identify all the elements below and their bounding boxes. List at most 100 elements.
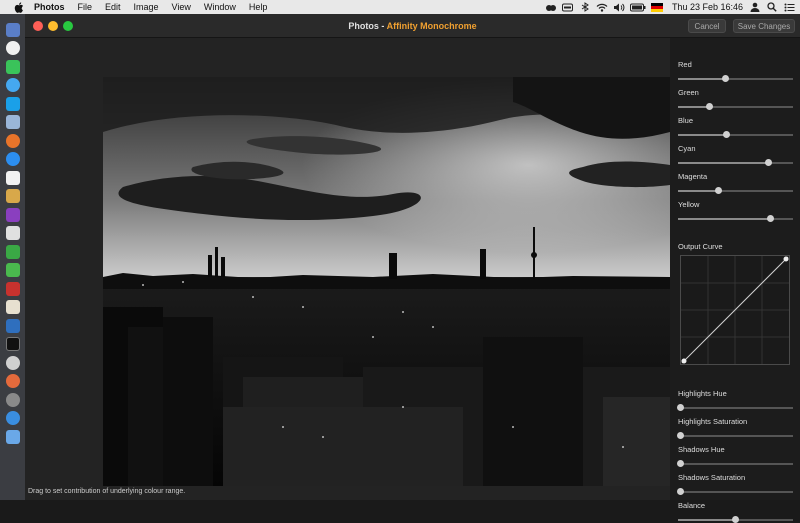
menu-window[interactable]: Window <box>204 0 236 14</box>
red-label: Red <box>678 60 692 69</box>
yellow-label: Yellow <box>678 200 700 209</box>
dock <box>0 14 25 500</box>
red-slider-knob[interactable] <box>721 75 729 82</box>
downloads-icon[interactable] <box>5 429 20 444</box>
onenote-icon[interactable] <box>5 207 20 222</box>
folder-icon[interactable] <box>5 411 20 425</box>
sonos-icon[interactable] <box>5 318 20 333</box>
volume-icon[interactable] <box>613 2 625 12</box>
green-label: Green <box>678 88 699 97</box>
monochrome-photo[interactable] <box>103 77 670 486</box>
app-window: Photos - Affinity Monochrome Cancel Save… <box>25 14 800 523</box>
menu-view[interactable]: View <box>172 0 191 14</box>
facetime-icon[interactable] <box>5 59 20 74</box>
shadows-hue-slider[interactable] <box>676 460 793 467</box>
magenta-slider[interactable] <box>678 187 793 194</box>
shadows-saturation-label: Shadows Saturation <box>678 473 746 482</box>
curve-end-handle[interactable] <box>783 256 789 262</box>
adjustment-panel: Red Green Blue Cyan Magenta Yellow Output Cur… <box>670 38 800 523</box>
red-slider[interactable] <box>678 75 793 82</box>
highlights-saturation-slider[interactable] <box>676 432 793 439</box>
highlights-saturation-slider-knob[interactable] <box>676 432 684 439</box>
shadows-saturation-slider[interactable] <box>676 488 793 495</box>
status-hint: Drag to set contribution of underlying c… <box>28 488 186 495</box>
window-title-separator: - <box>378 21 387 31</box>
slider-fill <box>678 162 769 164</box>
bluetooth-icon[interactable] <box>579 2 591 12</box>
highlights-saturation-label: Highlights Saturation <box>678 417 748 426</box>
slider-fill <box>678 218 770 220</box>
cyan-slider-knob[interactable] <box>765 159 773 166</box>
system-preferences-icon[interactable] <box>5 374 20 388</box>
blue-slider-knob[interactable] <box>722 131 730 138</box>
balance-slider[interactable] <box>678 516 793 523</box>
messages-icon[interactable] <box>5 78 20 92</box>
magenta-slider-knob[interactable] <box>714 187 722 194</box>
wifi-icon[interactable] <box>596 2 608 12</box>
slider-fill <box>678 78 726 80</box>
spotlight-search-icon[interactable] <box>766 2 778 12</box>
davinci-icon[interactable] <box>5 337 20 351</box>
shadows-saturation-slider-knob[interactable] <box>676 488 684 495</box>
chrome-icon[interactable] <box>5 355 20 370</box>
slider-fill <box>678 106 710 108</box>
menu-bar: Photos File Edit Image View Window Help … <box>0 0 800 14</box>
yellow-slider[interactable] <box>678 215 793 222</box>
notes-icon[interactable] <box>5 189 20 203</box>
highlights-hue-slider[interactable] <box>676 404 793 411</box>
zotero-icon[interactable] <box>5 281 20 296</box>
battery-icon[interactable] <box>629 2 646 12</box>
yellow-slider-knob[interactable] <box>766 215 774 222</box>
balance-slider-knob[interactable] <box>732 516 739 523</box>
menu-image[interactable]: Image <box>134 0 159 14</box>
german-flag-icon[interactable] <box>650 2 663 12</box>
highlights-hue-label: Highlights Hue <box>678 389 727 398</box>
preview-icon[interactable] <box>5 115 20 129</box>
curve-start-handle[interactable] <box>681 358 687 364</box>
user-icon[interactable] <box>749 2 761 12</box>
window-title-extension: Affinity Monochrome <box>386 21 477 31</box>
highlights-hue-slider-knob[interactable] <box>676 404 684 411</box>
launchpad-icon[interactable] <box>5 22 20 37</box>
menu-file[interactable]: File <box>78 0 93 14</box>
window-title: Photos - Affinity Monochrome <box>25 14 800 38</box>
balance-label: Balance <box>678 501 706 510</box>
output-curve-editor[interactable] <box>680 255 790 365</box>
apple-icon[interactable] <box>13 1 25 13</box>
magenta-label: Magenta <box>678 172 708 181</box>
menu-help[interactable]: Help <box>249 0 268 14</box>
numbers-icon[interactable] <box>5 263 20 277</box>
save-changes-button[interactable]: Save Changes <box>733 19 795 33</box>
scrivener-icon[interactable] <box>5 300 20 314</box>
firefox-icon[interactable] <box>5 133 20 148</box>
window-title-app: Photos <box>348 21 379 31</box>
cyan-slider[interactable] <box>678 159 793 166</box>
calendar-icon[interactable] <box>5 170 20 185</box>
slider-fill <box>678 190 719 192</box>
safari-icon[interactable] <box>5 152 20 166</box>
title-bar: Photos - Affinity Monochrome Cancel Save… <box>25 14 800 38</box>
skype-icon[interactable] <box>5 96 20 111</box>
evernote-icon[interactable] <box>5 244 20 259</box>
cancel-button[interactable]: Cancel <box>688 19 726 33</box>
menu-clock[interactable]: Thu 23 Feb 16:46 <box>672 2 743 12</box>
creative-cloud-icon[interactable] <box>545 2 557 12</box>
itunes-icon[interactable] <box>5 41 20 55</box>
menu-edit[interactable]: Edit <box>105 0 121 14</box>
image-canvas: Drag to set contribution of underlying c… <box>25 38 670 500</box>
cyan-label: Cyan <box>678 144 696 153</box>
blue-slider[interactable] <box>678 131 793 138</box>
battery-indicator-icon[interactable] <box>561 2 574 12</box>
creative-cloud-app-icon[interactable] <box>5 392 20 407</box>
green-slider[interactable] <box>678 103 793 110</box>
blue-label: Blue <box>678 116 694 125</box>
shadows-hue-slider-knob[interactable] <box>676 460 684 467</box>
menu-app-name[interactable]: Photos <box>34 0 65 14</box>
green-slider-knob[interactable] <box>705 103 713 110</box>
slider-fill <box>678 134 727 136</box>
shadows-hue-label: Shadows Hue <box>678 445 725 454</box>
slider-fill <box>678 519 736 521</box>
notification-list-icon[interactable] <box>783 2 795 12</box>
output-curve-label: Output Curve <box>678 242 723 251</box>
typora-icon[interactable] <box>5 226 20 240</box>
